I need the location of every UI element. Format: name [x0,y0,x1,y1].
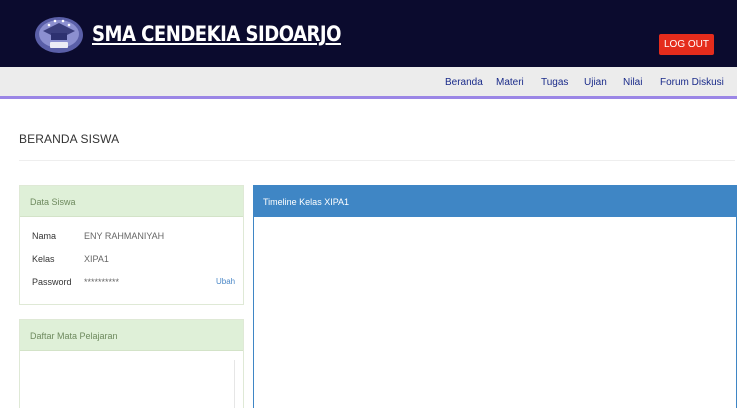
school-name[interactable]: SMA CENDEKIA SIDOARJO [92,22,341,46]
subject-list-panel: Daftar Mata Pelajaran [19,319,244,408]
student-data-panel: Data Siswa Nama ENY RAHMANIYAH Kelas XIP… [19,185,244,305]
class-value: XIPA1 [84,254,109,264]
name-label: Nama [32,231,57,241]
student-data-heading: Data Siswa [20,186,243,217]
edit-password-link[interactable]: Ubah [216,277,235,286]
class-timeline-panel: Timeline Kelas XIPA1 [253,185,737,408]
password-value: ********** [84,277,120,287]
timeline-heading: Timeline Kelas XIPA1 [254,186,736,217]
page-title: BERANDA SISWA [19,132,120,146]
subject-list-heading: Daftar Mata Pelajaran [20,320,243,351]
nav-beranda[interactable]: Beranda [445,77,483,88]
logout-button[interactable]: LOG OUT [659,34,714,55]
class-label: Kelas [32,254,55,264]
title-divider [19,160,735,161]
password-label: Password [32,277,72,287]
nav-forum-diskusi[interactable]: Forum Diskusi [660,77,724,88]
subject-list-scrollbar[interactable] [234,360,235,408]
nav-materi[interactable]: Materi [496,77,524,88]
main-nav: Beranda Materi Tugas Ujian Nilai Forum D… [0,67,737,99]
top-header: SMA CENDEKIA SIDOARJO LOG OUT [0,0,737,67]
name-value: ENY RAHMANIYAH [84,231,165,241]
nav-nilai[interactable]: Nilai [623,77,642,88]
school-crest-icon [35,17,83,53]
nav-ujian[interactable]: Ujian [584,77,607,88]
nav-tugas[interactable]: Tugas [541,77,568,88]
